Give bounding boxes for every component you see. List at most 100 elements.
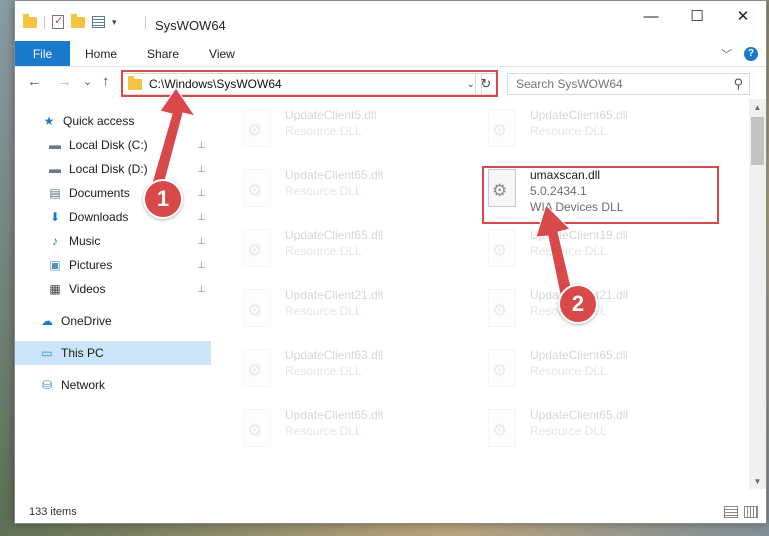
search-icon[interactable]: ⚲ [733, 76, 743, 92]
tab-view[interactable]: View [194, 41, 250, 66]
file-details: UpdateClient65.dll Resource DLL [530, 107, 628, 139]
search-input[interactable] [516, 77, 734, 91]
download-icon: ⬇ [49, 210, 61, 224]
scroll-up-icon[interactable]: ▲ [749, 99, 766, 115]
sidebar-item-local-disk-d[interactable]: ▬ Local Disk (D:) ⊥ [15, 157, 211, 181]
view-options-icon[interactable] [92, 16, 105, 28]
ribbon-tabs: File Home Share View ﹀ ? [15, 41, 766, 67]
pictures-icon: ▣ [49, 258, 61, 272]
file-name: UpdateClient65.dll [285, 408, 384, 422]
sidebar-item-label: Pictures [69, 258, 113, 272]
file-item[interactable]: ⚙ UpdateClient65.dll Resource DLL [239, 407, 479, 457]
file-item[interactable]: ⚙ UpdateClient65.dll Resource DLL [484, 347, 724, 397]
recent-locations-chevron-icon[interactable]: ⌄ [83, 75, 92, 88]
file-item[interactable]: ⚙ UpdateClient63.dll Resource DLL [239, 347, 479, 397]
dll-file-icon: ⚙ [239, 109, 275, 151]
status-bar: 133 items [15, 501, 766, 523]
forward-arrow-icon[interactable]: → [57, 73, 72, 90]
file-item[interactable]: ⚙ UpdateClient65.dll Resource DLL [484, 107, 724, 157]
file-details: UpdateClient65.dll Resource DLL [285, 227, 383, 259]
file-item[interactable]: ⚙UpdateClient21.dllResource DLL [484, 287, 724, 337]
pin-icon[interactable]: ⊥ [197, 188, 206, 199]
pin-icon[interactable]: ⊥ [197, 164, 206, 175]
up-arrow-icon[interactable]: ↑ [102, 73, 110, 90]
file-name: UpdateClient19.dll [530, 228, 629, 242]
sidebar-item-label: Local Disk (D:) [69, 162, 148, 176]
sidebar-item-label: Network [61, 378, 106, 392]
sidebar-item-label: Quick access [63, 114, 135, 128]
file-item[interactable]: ⚙ UpdateClient65.dll Resource DLL [239, 167, 479, 217]
large-icons-view-icon[interactable] [744, 506, 758, 518]
address-highlight-box [121, 70, 498, 97]
file-item[interactable]: ⚙ UpdateClient65.dll Resource DLL [239, 227, 479, 277]
maximize-button[interactable]: ☐ [674, 1, 720, 31]
new-folder-icon[interactable] [71, 13, 85, 28]
quick-access-toolbar: ▾ [23, 13, 117, 29]
pin-icon[interactable]: ⊥ [197, 212, 206, 223]
file-type: Resource DLL [285, 184, 362, 198]
dll-file-icon: ⚙ [239, 229, 275, 271]
scroll-down-icon[interactable]: ▼ [749, 473, 766, 489]
expand-ribbon-chevron-icon[interactable]: ﹀ [721, 46, 732, 62]
properties-icon[interactable] [52, 14, 64, 29]
file-item[interactable]: ⚙UpdateClient21.dllResource DLL [239, 287, 479, 337]
pin-icon[interactable]: ⊥ [197, 284, 206, 295]
back-arrow-icon[interactable]: ← [27, 73, 42, 90]
tab-file[interactable]: File [15, 41, 70, 66]
sidebar-item-videos[interactable]: ▦ Videos ⊥ [15, 277, 211, 301]
dll-file-icon: ⚙ [484, 409, 520, 451]
tab-share[interactable]: Share [132, 41, 194, 66]
vertical-scrollbar[interactable]: ▲ ▼ [749, 99, 766, 489]
sidebar-item-label: OneDrive [61, 314, 112, 328]
file-details: UpdateClient19.dll Resource DLL [530, 227, 628, 259]
file-highlight-box [482, 166, 719, 224]
sidebar-item-label: This PC [61, 346, 104, 360]
file-type: Resource DLL [530, 364, 607, 378]
file-type: Resource DLL [530, 124, 607, 138]
file-name: UpdateClient63.dll [285, 348, 384, 362]
sidebar-item-quick-access[interactable]: ★ Quick access [15, 109, 211, 133]
sidebar-item-label: Downloads [69, 210, 129, 224]
sidebar-item-onedrive[interactable]: ☁ OneDrive [15, 309, 211, 333]
pin-icon[interactable]: ⊥ [197, 236, 206, 247]
dll-file-icon: ⚙ [239, 349, 275, 391]
computer-icon: ▭ [41, 346, 53, 360]
minimize-button[interactable]: — [628, 1, 674, 31]
details-view-icon[interactable] [724, 506, 738, 518]
file-item[interactable]: ⚙ UpdateClient5.dll Resource DLL [239, 107, 479, 157]
sidebar-item-pictures[interactable]: ▣ Pictures ⊥ [15, 253, 211, 277]
toolbar-separator [44, 15, 45, 29]
search-box[interactable]: ⚲ [507, 73, 750, 95]
sidebar-item-label: Videos [69, 282, 106, 296]
sidebar-item-music[interactable]: ♪ Music ⊥ [15, 229, 211, 253]
file-name: UpdateClient65.dll [530, 108, 629, 122]
pin-icon[interactable]: ⊥ [197, 140, 206, 151]
title-separator [145, 16, 146, 29]
file-name: UpdateClient65.dll [530, 348, 629, 362]
folder-icon[interactable] [23, 13, 37, 28]
file-item[interactable]: ⚙ UpdateClient65.dll Resource DLL [484, 407, 724, 457]
dll-file-icon: ⚙ [484, 229, 520, 271]
close-button[interactable]: ✕ [720, 1, 766, 31]
scroll-thumb[interactable] [751, 117, 764, 165]
sidebar-item-local-disk-c[interactable]: ▬ Local Disk (C:) ⊥ [15, 133, 211, 157]
file-name: UpdateClient21.dll [285, 288, 384, 302]
drive-icon: ▬ [49, 138, 61, 152]
file-item[interactable]: ⚙ UpdateClient19.dll Resource DLL [484, 227, 724, 277]
file-type: Resource DLL [285, 364, 362, 378]
dll-file-icon: ⚙ [239, 169, 275, 211]
dll-file-icon: ⚙ [484, 109, 520, 151]
sidebar-item-downloads[interactable]: ⬇ Downloads ⊥ [15, 205, 211, 229]
sidebar-item-network[interactable]: ⛁ Network [15, 373, 211, 397]
documents-icon: ▤ [49, 186, 61, 200]
sidebar-item-this-pc[interactable]: ▭ This PC [15, 341, 211, 365]
tab-home[interactable]: Home [70, 41, 132, 66]
customize-toolbar-chevron-icon[interactable]: ▾ [112, 17, 117, 28]
help-icon[interactable]: ? [744, 46, 758, 61]
file-name: UpdateClient65.dll [530, 408, 629, 422]
file-details: UpdateClient65.dll Resource DLL [285, 407, 383, 439]
pin-icon[interactable]: ⊥ [197, 260, 206, 271]
file-details: UpdateClient65.dll Resource DLL [285, 167, 383, 199]
file-name: UpdateClient5.dll [285, 108, 377, 122]
file-details: UpdateClient5.dll Resource DLL [285, 107, 376, 139]
